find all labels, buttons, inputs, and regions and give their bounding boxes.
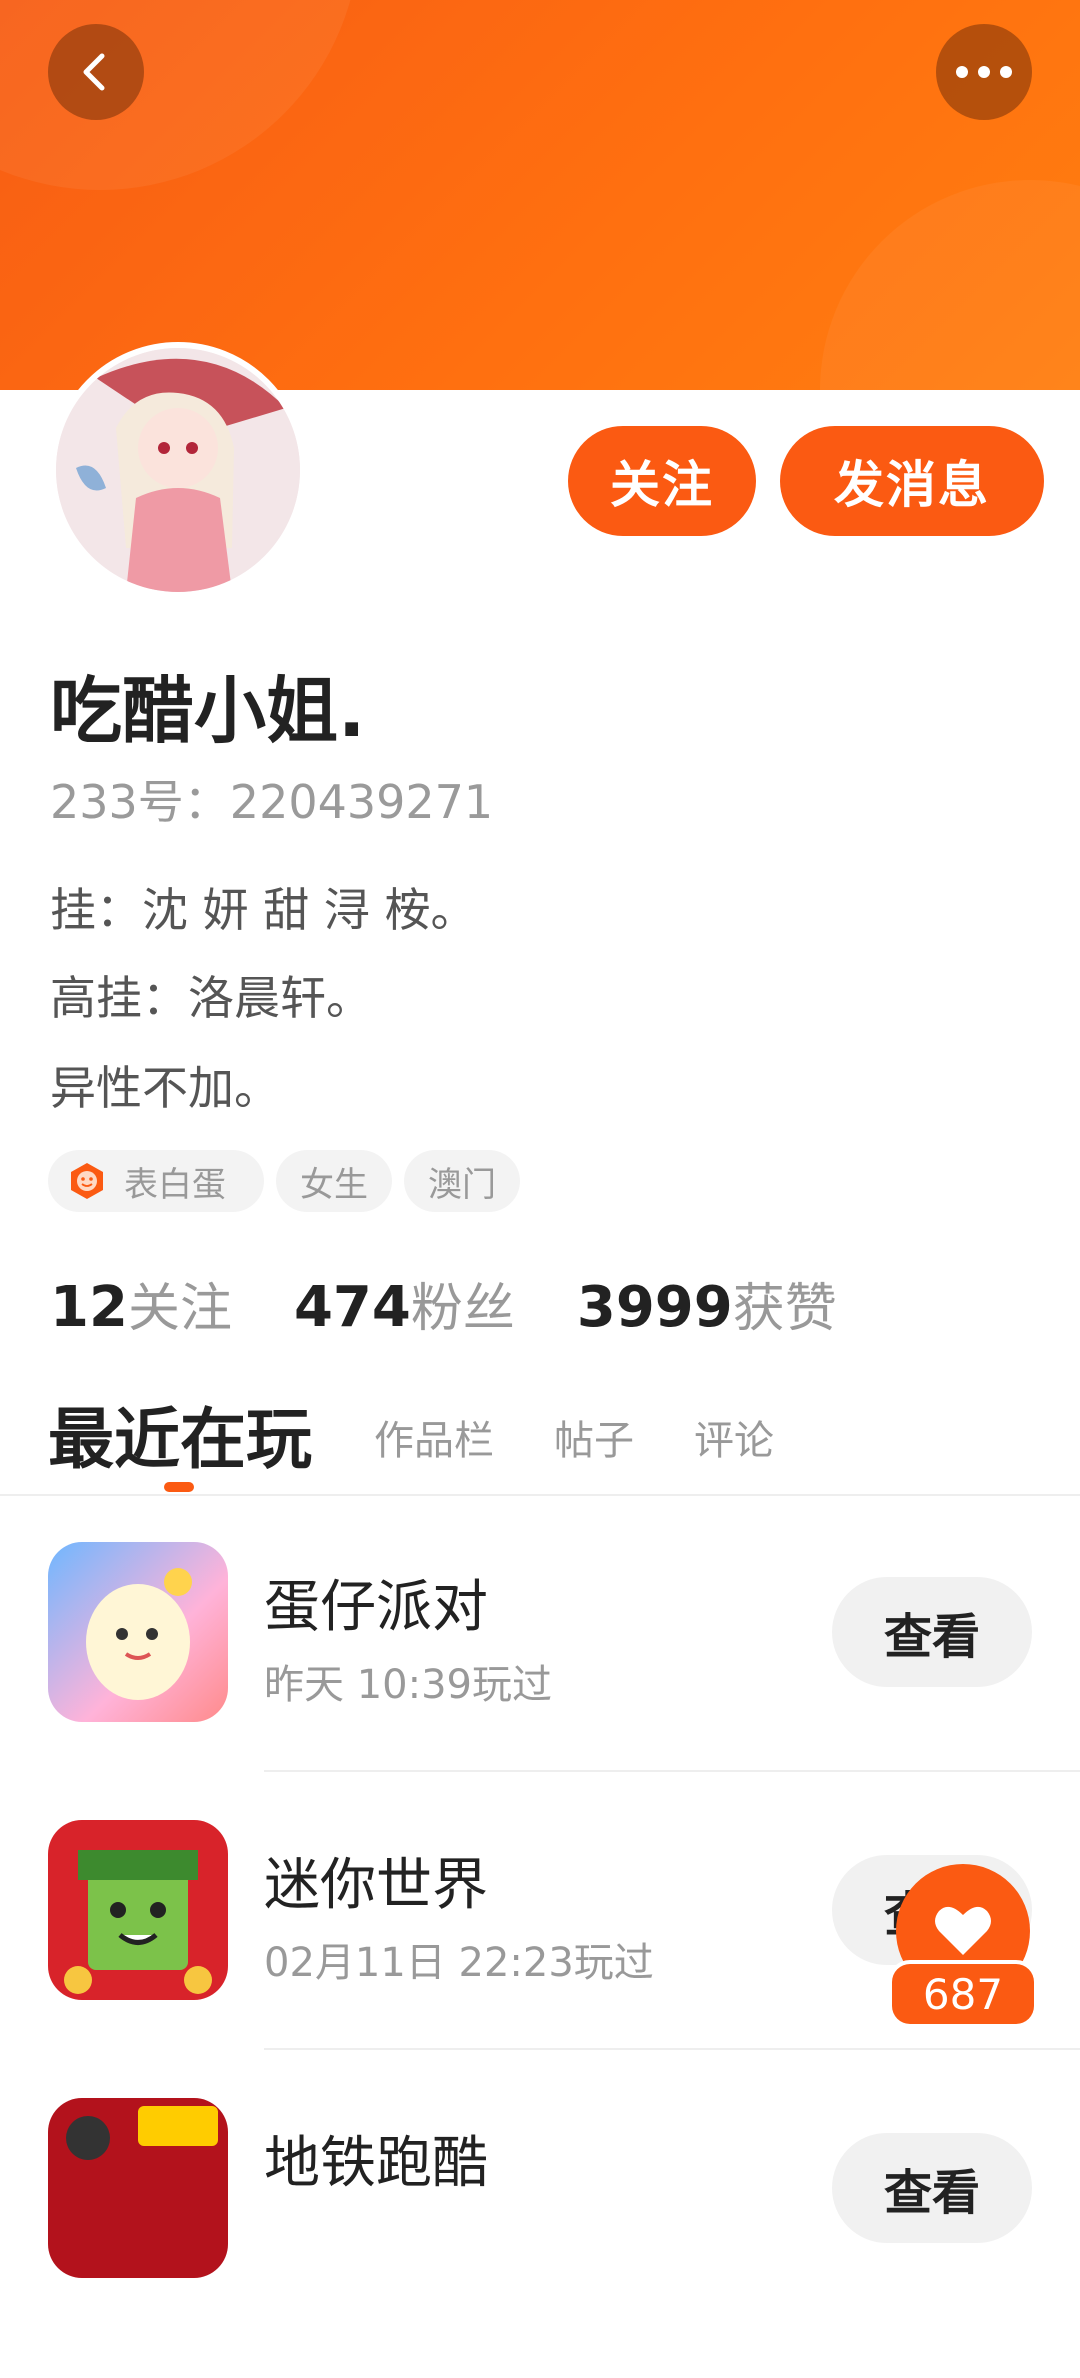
bio-line: 高挂：洛晨轩。 — [50, 971, 372, 1025]
profile-stats: 12 关注 474 粉丝 3999 获赞 — [50, 1266, 899, 1340]
tab-works[interactable]: 作品栏 — [374, 1408, 494, 1466]
stat-label: 粉丝 — [410, 1279, 515, 1339]
stat-likes: 3999 获赞 — [577, 1266, 837, 1341]
game-name: 蛋仔派对 — [264, 1575, 488, 1640]
bio-line: 挂：沈 妍 甜 浔 桉。 — [50, 883, 477, 937]
tag-gender: 女生 — [276, 1150, 392, 1212]
chevron-left-icon — [83, 53, 105, 91]
avatar[interactable] — [50, 342, 306, 598]
stat-fans[interactable]: 474 粉丝 — [294, 1266, 515, 1341]
follow-button[interactable]: 关注 — [568, 426, 756, 536]
stat-value: 474 — [293, 1275, 411, 1340]
send-message-button[interactable]: 发消息 — [780, 426, 1044, 536]
tab-posts[interactable]: 帖子 — [554, 1408, 634, 1466]
tag-confession-egg[interactable]: 表白蛋 — [48, 1150, 264, 1212]
tab-recently-playing[interactable]: 最近在玩 — [48, 1386, 312, 1482]
tag-label: 女生 — [300, 1164, 368, 1205]
stat-value: 12 — [50, 1275, 128, 1340]
game-list-item[interactable]: 地铁跑酷 查看 — [0, 2098, 1080, 2378]
bio-line: 异性不加。 — [50, 1061, 280, 1115]
active-tab-indicator — [164, 1482, 194, 1492]
game-played-time: 昨天 10:39玩过 — [264, 1662, 552, 1708]
game-list-item[interactable]: 蛋仔派对 昨天 10:39玩过 查看 — [0, 1542, 1080, 1822]
stat-label: 关注 — [127, 1279, 232, 1339]
banner-decoration — [820, 180, 1080, 390]
like-count: 687 — [892, 1964, 1034, 2024]
stat-following[interactable]: 12 关注 — [50, 1266, 232, 1341]
view-game-button[interactable]: 查看 — [832, 2133, 1032, 2243]
tag-label: 表白蛋 — [124, 1164, 226, 1205]
user-id: 233号：220439271 — [50, 775, 494, 829]
more-options-button[interactable] — [936, 24, 1032, 120]
game-played-time: 02月11日 22:23玩过 — [264, 1940, 654, 1986]
profile-tabs: 最近在玩 作品栏 帖子 评论 — [0, 1386, 1080, 1496]
divider — [264, 1770, 1080, 1772]
tag-label: 澳门 — [428, 1164, 496, 1205]
egg-face-icon — [71, 1163, 103, 1199]
stat-label: 获赞 — [732, 1279, 837, 1339]
heart-icon — [935, 1906, 991, 1955]
game-icon-eggy-party[interactable] — [48, 1542, 228, 1722]
avatar-illustration — [56, 348, 300, 592]
stat-value: 3999 — [576, 1275, 733, 1340]
game-icon-mini-world[interactable] — [48, 1820, 228, 2000]
game-name: 迷你世界 — [264, 1853, 488, 1918]
view-game-button[interactable]: 查看 — [832, 1577, 1032, 1687]
profile-header-banner — [0, 0, 1080, 390]
tab-comments[interactable]: 评论 — [694, 1408, 774, 1466]
tag-location: 澳门 — [404, 1150, 520, 1212]
nickname: 吃醋小姐. — [50, 669, 366, 753]
divider — [264, 2048, 1080, 2050]
back-button[interactable] — [48, 24, 144, 120]
more-horizontal-icon — [956, 66, 1012, 78]
game-icon-subway-surfers[interactable] — [48, 2098, 228, 2278]
game-name: 地铁跑酷 — [264, 2131, 488, 2196]
